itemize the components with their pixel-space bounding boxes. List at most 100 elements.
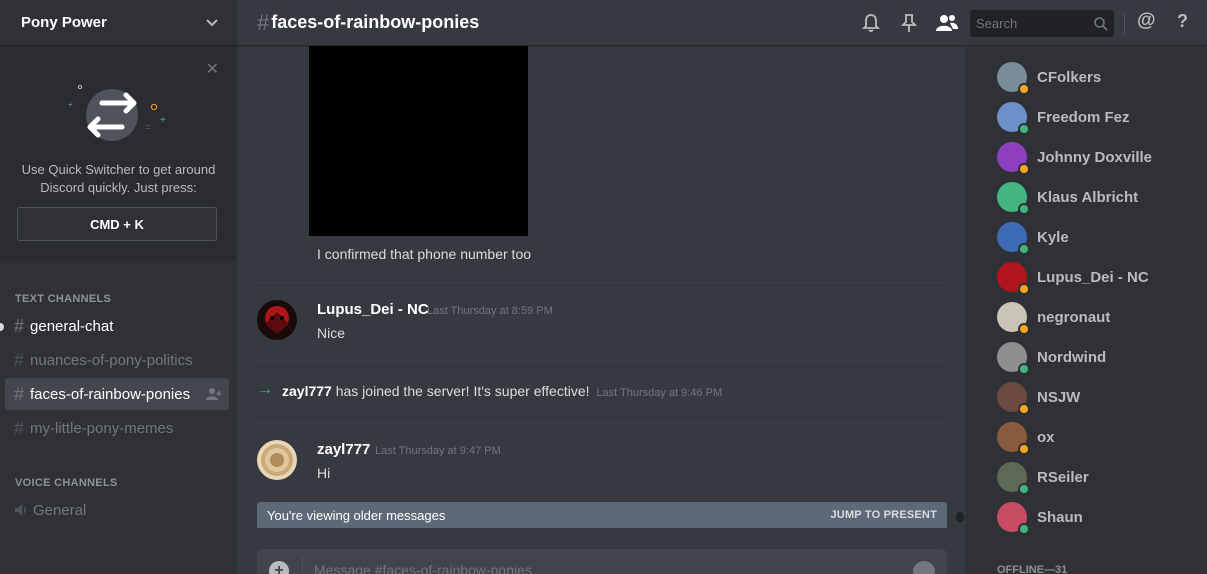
channel-label: General xyxy=(33,501,87,519)
quick-switcher-tip: ✕ + + :: Use Quick Switcher to get aroun… xyxy=(0,47,237,261)
message-author[interactable]: zayl777 xyxy=(317,441,370,458)
avatar xyxy=(997,342,1030,375)
search-box[interactable] xyxy=(970,10,1114,37)
status-indicator xyxy=(1018,163,1030,175)
upload-plus-icon[interactable]: + xyxy=(269,561,289,574)
hash-icon: # xyxy=(257,9,270,35)
mention-icon[interactable]: @ xyxy=(1137,10,1159,32)
status-indicator xyxy=(1018,323,1030,335)
member-item[interactable]: CFolkers xyxy=(997,57,1197,97)
status-indicator xyxy=(1018,363,1030,375)
status-indicator xyxy=(1018,243,1030,255)
avatar xyxy=(997,262,1030,295)
avatar xyxy=(997,182,1030,215)
member-name: Klaus Albricht xyxy=(1037,188,1139,206)
quick-switcher-text-line1: Use Quick Switcher to get around xyxy=(21,162,216,177)
voice-channels-category[interactable]: VOICE CHANNELS xyxy=(15,477,118,489)
message-content: Hi xyxy=(317,465,331,481)
message-divider xyxy=(257,282,947,283)
close-icon[interactable]: ✕ xyxy=(206,62,219,78)
member-list: CFolkers Freedom Fez Johnny Doxville Klaus … xyxy=(966,46,1207,574)
chevron-down-icon[interactable] xyxy=(205,18,219,28)
message-divider xyxy=(257,361,947,362)
channel-general-chat[interactable]: # general-chat xyxy=(5,310,229,342)
hash-icon: # xyxy=(14,417,25,438)
older-messages-bar[interactable]: You're viewing older messages JUMP TO PR… xyxy=(257,502,947,528)
channel-title: faces-of-rainbow-ponies xyxy=(271,12,480,32)
message-timestamp: Last Thursday at 9:47 PM xyxy=(375,445,501,457)
member-item[interactable]: Kyle xyxy=(997,217,1197,257)
status-indicator xyxy=(1018,203,1030,215)
member-name: NSJW xyxy=(1037,388,1081,406)
status-indicator xyxy=(1018,123,1030,135)
quick-switcher-shortcut-button[interactable]: CMD + K xyxy=(17,207,217,241)
server-header[interactable]: Pony Power xyxy=(0,0,237,46)
channel-nuances-of-pony-politics[interactable]: # nuances-of-pony-politics xyxy=(5,344,229,376)
jump-to-present-button[interactable]: JUMP TO PRESENT xyxy=(830,509,937,521)
text-channels-category[interactable]: TEXT CHANNELS xyxy=(15,293,111,305)
quick-switcher-text-line2: Discord quickly. Just press: xyxy=(40,180,197,195)
message-timestamp: Last Thursday at 9:46 PM xyxy=(596,387,723,399)
member-item[interactable]: Nordwind xyxy=(997,337,1197,377)
quick-switcher-text: Use Quick Switcher to get around Discord… xyxy=(0,161,237,197)
member-item[interactable]: RSeiler xyxy=(997,457,1197,497)
status-indicator xyxy=(1018,443,1030,455)
channel-label: faces-of-rainbow-ponies xyxy=(30,385,191,403)
member-item[interactable]: Lupus_Dei - NC xyxy=(997,257,1197,297)
member-item[interactable]: negronaut xyxy=(997,297,1197,337)
avatar[interactable] xyxy=(257,440,297,480)
message-input[interactable] xyxy=(314,562,874,574)
status-indicator xyxy=(1018,83,1030,95)
avatar xyxy=(997,462,1030,495)
avatar xyxy=(997,502,1030,535)
quick-switcher-art: + + :: xyxy=(68,84,166,141)
emoji-icon[interactable] xyxy=(913,561,935,574)
header-divider xyxy=(1124,13,1125,35)
avatar xyxy=(997,302,1030,335)
scrollbar[interactable] xyxy=(956,512,964,522)
svg-text:+: + xyxy=(160,115,166,126)
search-icon xyxy=(1094,16,1108,31)
hash-icon: # xyxy=(14,315,25,336)
member-name: Johnny Doxville xyxy=(1037,148,1153,166)
composer-divider xyxy=(302,557,303,574)
avatar xyxy=(997,222,1030,255)
member-name: Nordwind xyxy=(1037,348,1107,366)
member-name: ox xyxy=(1037,428,1055,446)
add-user-icon[interactable] xyxy=(206,387,222,401)
avatar[interactable] xyxy=(257,300,297,340)
member-item[interactable]: Johnny Doxville xyxy=(997,137,1197,177)
message-author[interactable]: Lupus_Dei - NC xyxy=(317,301,429,318)
member-item[interactable]: Freedom Fez xyxy=(997,97,1197,137)
avatar xyxy=(997,62,1030,95)
voice-channel-general[interactable]: General xyxy=(5,494,229,526)
channel-label: general-chat xyxy=(30,317,114,335)
hash-icon: # xyxy=(14,383,25,404)
channel-faces-of-rainbow-ponies[interactable]: # faces-of-rainbow-ponies xyxy=(5,378,229,410)
channel-my-little-pony-memes[interactable]: # my-little-pony-memes xyxy=(5,412,229,444)
help-icon[interactable]: ? xyxy=(1177,11,1199,33)
member-item[interactable]: Shaun xyxy=(997,497,1197,537)
search-input[interactable] xyxy=(976,16,1086,31)
unread-indicator xyxy=(0,323,4,331)
member-name: negronaut xyxy=(1037,308,1111,326)
members-icon[interactable] xyxy=(935,12,959,34)
server-name: Pony Power xyxy=(21,14,107,31)
speaker-icon xyxy=(15,504,26,516)
pin-icon[interactable] xyxy=(898,12,920,34)
offline-header: OFFLINE—31 xyxy=(997,564,1068,574)
hash-icon: # xyxy=(14,349,25,370)
bell-icon[interactable] xyxy=(860,12,882,34)
message-composer[interactable]: + xyxy=(257,549,947,574)
svg-text:+: + xyxy=(68,100,73,109)
avatar xyxy=(997,422,1030,455)
message-list[interactable]: I confirmed that phone number too Lupus_… xyxy=(237,46,966,574)
status-indicator xyxy=(1018,483,1030,495)
system-message-author[interactable]: zayl777 xyxy=(282,383,332,399)
image-attachment[interactable] xyxy=(309,46,528,236)
member-name: CFolkers xyxy=(1037,68,1102,86)
member-item[interactable]: Klaus Albricht xyxy=(997,177,1197,217)
member-item[interactable]: ox xyxy=(997,417,1197,457)
member-item[interactable]: NSJW xyxy=(997,377,1197,417)
member-name: Freedom Fez xyxy=(1037,108,1130,126)
